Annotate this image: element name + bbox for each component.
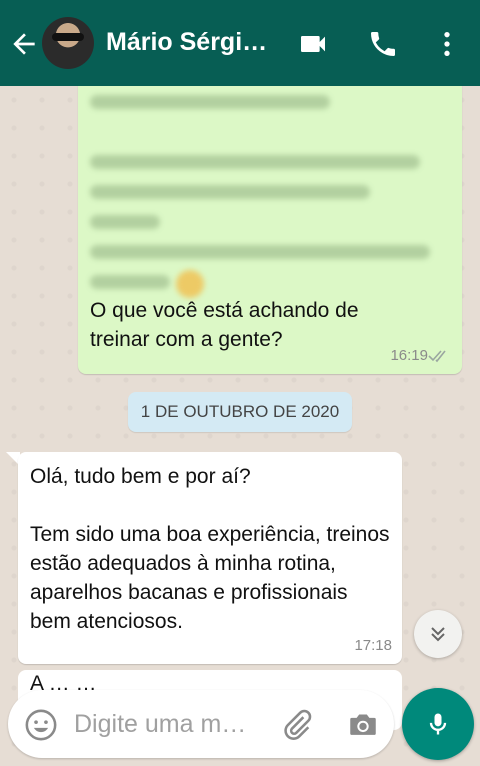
outgoing-message-text: O que você está achando de treinar com a…	[90, 299, 359, 351]
blurred-text	[90, 88, 450, 298]
outgoing-message-time: 16:19	[390, 347, 428, 364]
mic-button[interactable]	[402, 688, 474, 760]
date-separator: 1 DE OUTUBRO DE 2020	[128, 392, 352, 432]
chat-header: Mário Sérgi…	[0, 0, 480, 86]
message-composer: Digite uma m…	[8, 690, 394, 758]
message-input[interactable]: Digite uma m…	[74, 710, 246, 739]
phone-icon[interactable]	[366, 28, 400, 60]
attach-icon[interactable]	[280, 708, 314, 742]
scroll-down-button[interactable]	[414, 610, 462, 658]
contact-name[interactable]: Mário Sérgi…	[106, 28, 276, 57]
incoming-message-line1: Olá, tudo bem e por aí?	[30, 465, 251, 488]
more-vert-icon[interactable]	[430, 28, 464, 60]
camera-icon[interactable]	[346, 708, 380, 742]
emoji-icon[interactable]	[24, 708, 58, 742]
outgoing-message[interactable]: O que você está achando de treinar com a…	[78, 86, 462, 374]
read-ticks-icon	[428, 350, 446, 363]
incoming-message-time: 17:18	[354, 637, 392, 654]
incoming-message[interactable]: Olá, tudo bem e por aí? Tem sido uma boa…	[18, 452, 402, 664]
scroll-down-icon	[431, 627, 445, 642]
back-arrow-icon[interactable]	[8, 28, 40, 60]
mic-icon	[429, 713, 447, 735]
chat-area[interactable]: O que você está achando de treinar com a…	[0, 86, 480, 766]
incoming-message-body: Tem sido uma boa experiência, treinos es…	[30, 523, 390, 633]
video-call-icon[interactable]	[296, 28, 330, 60]
avatar[interactable]	[42, 17, 94, 69]
